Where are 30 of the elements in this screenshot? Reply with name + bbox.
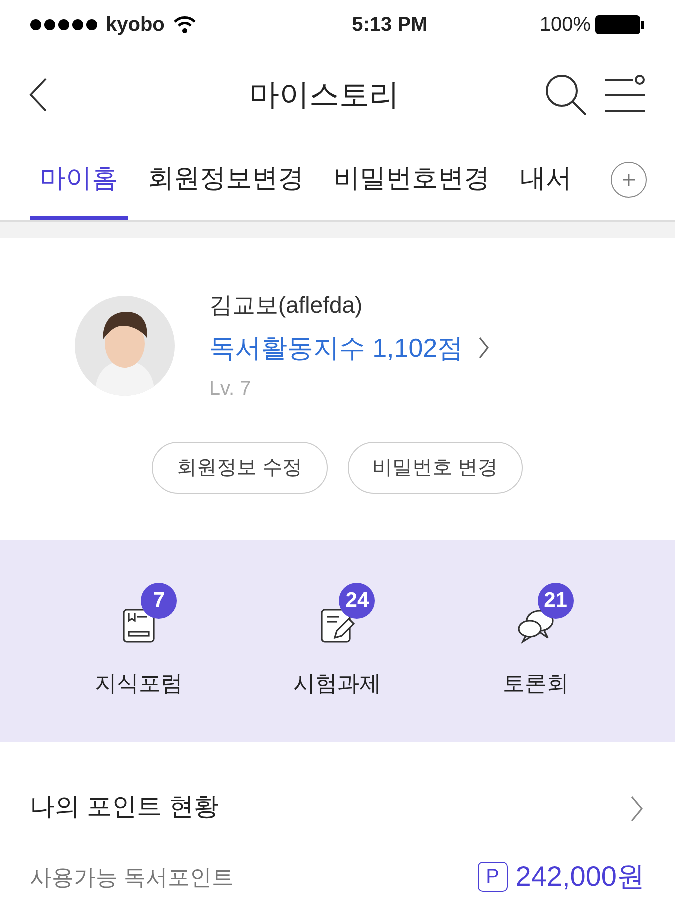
tab[interactable]: 회원정보변경 <box>138 140 314 220</box>
page-title: 마이스토리 <box>248 78 400 114</box>
back-icon <box>28 77 48 113</box>
status-time: 5:13 PM <box>351 13 429 38</box>
battery-icon <box>595 15 645 35</box>
reading-index-link[interactable]: 독서활동지수 1,102점 <box>209 328 490 368</box>
signal-icon <box>30 19 98 31</box>
point-symbol: P <box>478 862 508 892</box>
points-label: 사용가능 독서포인트 <box>30 864 234 892</box>
tab[interactable]: 비밀번호변경 <box>324 140 500 220</box>
count-badge: 24 <box>339 582 376 618</box>
plus-icon <box>621 172 637 188</box>
user-level: Lv. 7 <box>209 376 252 402</box>
wifi-icon <box>172 16 197 34</box>
count-badge: 21 <box>538 582 574 618</box>
chevron-right-icon <box>629 795 645 823</box>
points-amount: 242,000원 <box>516 860 645 894</box>
points-link[interactable]: 나의 포인트 현황 <box>30 788 645 828</box>
chevron-right-icon <box>478 336 490 360</box>
activity-item[interactable]: 24 시험과제 <box>253 582 422 700</box>
add-tab-button[interactable] <box>611 162 647 198</box>
user-name: 김교보(aflefda) <box>209 291 364 320</box>
carrier-name: kyobo <box>106 13 165 38</box>
activity-item[interactable]: 21 토론회 <box>462 582 609 700</box>
tab[interactable]: 내서 <box>510 140 582 220</box>
profile-button[interactable]: 회원정보 수정 <box>152 442 328 494</box>
profile-button[interactable]: 비밀번호 변경 <box>348 442 524 494</box>
activity-item[interactable]: 7 지식포럼 <box>55 582 224 700</box>
count-badge: 7 <box>141 582 178 618</box>
battery-percent: 100% <box>540 13 591 38</box>
